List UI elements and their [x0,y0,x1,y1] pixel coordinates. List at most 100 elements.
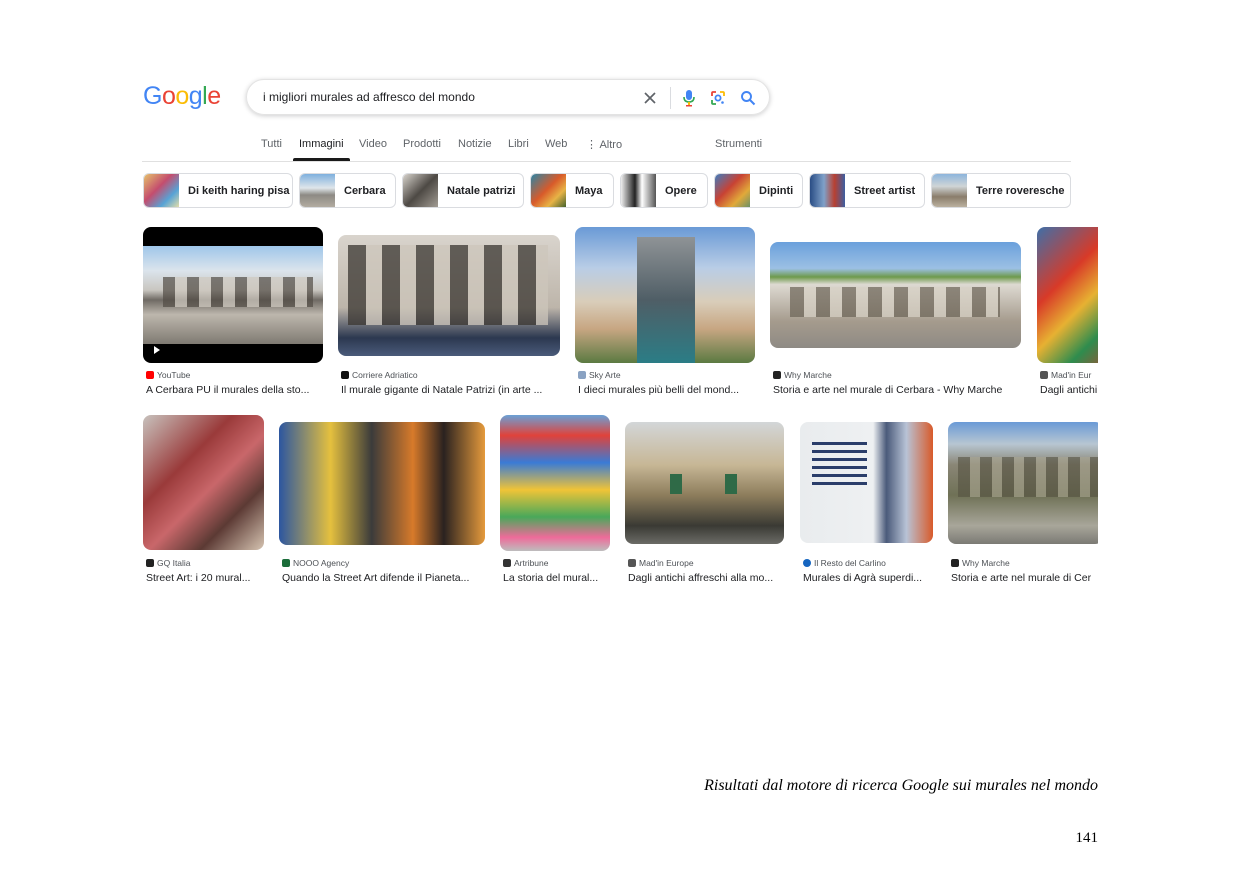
play-icon [154,346,160,354]
gq-icon [146,559,154,567]
result-source: GQ Italia [146,558,191,568]
result-image[interactable] [948,422,1098,544]
result-image[interactable] [143,415,264,550]
result-title[interactable]: Quando la Street Art difende il Pianeta.… [282,572,482,584]
chip-label: Maya [575,185,603,197]
source-name: Why Marche [784,370,832,380]
source-name: Mad'in Eur [1051,370,1092,380]
search-input[interactable]: i migliori murales ad affresco del mondo [263,90,475,104]
search-icon[interactable] [738,88,758,108]
chip-terre-roveresche[interactable]: Terre roveresche [931,173,1071,208]
chip-thumbnail [300,174,335,207]
result-source: Mad'in Eur [1040,370,1091,380]
figure-caption: Risultati dal motore di ricerca Google s… [704,777,1098,794]
chip-label: Street artist [854,185,916,197]
chip-opere[interactable]: Opere [620,173,708,208]
artribune-icon [503,559,511,567]
tab-notizie[interactable]: Notizie [458,138,492,150]
chip-cerbara[interactable]: Cerbara [299,173,396,208]
chip-thumbnail [531,174,566,207]
result-title[interactable]: Storia e arte nel murale di Cerbara - Wh… [773,384,1021,396]
result-source: Why Marche [951,558,1010,568]
chip-label: Opere [665,185,697,197]
result-source: YouTube [146,370,190,380]
source-name: Sky Arte [589,370,621,380]
chip-label: Di keith haring pisa [188,185,290,197]
result-source: NOOO Agency [282,558,349,568]
google-lens-icon[interactable] [708,88,728,108]
chip-label: Natale patrizi [447,185,516,197]
result-title[interactable]: Storia e arte nel murale di Cer [951,572,1098,584]
result-source: Why Marche [773,370,832,380]
il-resto-del-carlino-icon [803,559,811,567]
chip-maya[interactable]: Maya [530,173,614,208]
result-source: Artribune [503,558,549,568]
source-name: NOOO Agency [293,558,350,568]
chip-dipinti[interactable]: Dipinti [714,173,803,208]
close-icon[interactable] [640,88,660,108]
image-results-grid: YouTube A Cerbara PU il murales della st… [143,227,1098,607]
chip-label: Terre roveresche [976,185,1065,197]
result-image[interactable] [625,422,784,544]
microphone-icon[interactable] [679,88,699,108]
result-image[interactable] [279,422,485,545]
chip-thumbnail [932,174,967,207]
chip-natale-patrizi[interactable]: Natale patrizi [402,173,524,208]
chip-street-artist[interactable]: Street artist [809,173,925,208]
search-box[interactable]: i migliori murales ad affresco del mondo [246,79,770,115]
source-name: Il Resto del Carlino [814,558,886,568]
result-title[interactable]: Dagli antichi affreschi alla mo... [628,572,784,584]
chip-thumbnail [403,174,438,207]
result-source: Corriere Adriatico [341,370,418,380]
result-title[interactable]: La storia del mural... [503,572,609,584]
result-title[interactable]: Murales di Agrà superdi... [803,572,933,584]
logo-letter: o [175,82,189,110]
source-name: Mad'in Europe [639,558,694,568]
source-name: GQ Italia [157,558,191,568]
result-image[interactable] [338,235,560,356]
logo-letter: e [207,82,221,110]
result-source: Il Resto del Carlino [803,558,886,568]
youtube-icon [146,371,154,379]
why-marche-icon [773,371,781,379]
result-title[interactable]: Il murale gigante di Natale Patrizi (in … [341,384,556,396]
chip-di-keith-haring-pisa[interactable]: Di keith haring pisa [143,173,293,208]
result-source: Mad'in Europe [628,558,694,568]
result-source: Sky Arte [578,370,621,380]
page-number: 141 [1075,830,1099,846]
tab-prodotti[interactable]: Prodotti [403,138,441,150]
tab-tutti[interactable]: Tutti [261,138,282,150]
result-title[interactable]: I dieci murales più belli del mond... [578,384,754,396]
chip-label: Dipinti [759,185,794,197]
tab-video[interactable]: Video [359,138,387,150]
source-name: Artribune [514,558,549,568]
logo-letter: G [143,82,162,110]
tab-web[interactable]: Web [545,138,567,150]
source-name: Why Marche [962,558,1010,568]
chip-thumbnail [810,174,845,207]
result-image[interactable] [800,422,933,543]
tab-libri[interactable]: Libri [508,138,529,150]
chip-thumbnail [144,174,179,207]
source-name: YouTube [157,370,191,380]
result-title[interactable]: Dagli antichi [1040,384,1098,396]
search-tabs: Tutti Immagini Video Prodotti Notizie Li… [142,136,1071,162]
tab-altro[interactable]: ⋮ Altro [586,138,622,151]
google-logo[interactable]: Google [143,82,221,111]
result-image[interactable] [770,242,1021,348]
nooo-agency-icon [282,559,290,567]
divider [670,87,671,109]
chip-label: Cerbara [344,185,386,197]
result-image[interactable] [500,415,610,551]
result-image[interactable] [143,227,323,363]
result-image[interactable] [575,227,755,363]
result-title[interactable]: A Cerbara PU il murales della sto... [146,384,324,396]
chip-thumbnail [621,174,656,207]
source-name: Corriere Adriatico [352,370,418,380]
result-image[interactable] [1037,227,1098,363]
tools-button[interactable]: Strumenti [715,138,762,150]
result-title[interactable]: Street Art: i 20 mural... [146,572,264,584]
logo-letter: g [188,82,203,110]
tab-immagini[interactable]: Immagini [293,138,350,161]
why-marche-icon [951,559,959,567]
